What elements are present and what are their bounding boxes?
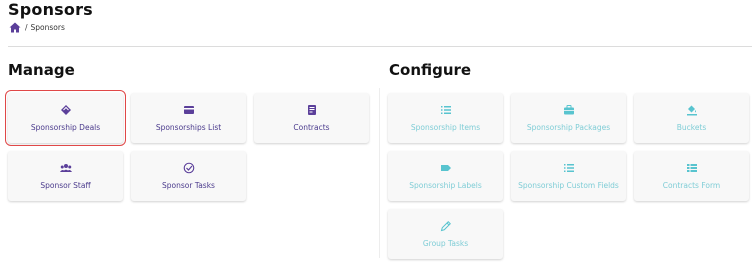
card-label: Sponsorships List — [155, 123, 222, 132]
card-icon — [183, 106, 194, 114]
card-label: Sponsorship Items — [410, 123, 481, 132]
briefcase-icon — [563, 105, 574, 115]
card-label: Sponsor Staff — [40, 181, 91, 190]
card-label: Buckets — [676, 123, 707, 132]
card-label: Sponsorship Packages — [526, 123, 611, 132]
page-title: Sponsors — [8, 0, 93, 19]
header-divider — [8, 46, 752, 47]
card-label: Sponsorship Custom Fields — [518, 181, 619, 190]
group-tasks-card[interactable]: Group Tasks — [388, 209, 503, 259]
sponsorships-list-card[interactable]: Sponsorships List — [131, 93, 246, 143]
users-icon — [59, 164, 72, 172]
sponsorship-deals-card[interactable]: Sponsorship Deals — [5, 90, 126, 146]
contracts-form-card[interactable]: Contracts Form — [634, 151, 749, 201]
list-icon — [563, 164, 574, 172]
card-label: Group Tasks — [422, 239, 469, 248]
configure-section-title: Configure — [389, 61, 472, 79]
section-divider — [379, 88, 380, 258]
tag-icon — [440, 165, 451, 171]
contract-icon — [307, 105, 316, 115]
sponsor-tasks-card[interactable]: Sponsor Tasks — [131, 151, 246, 201]
sponsorship-labels-card[interactable]: Sponsorship Labels — [388, 151, 503, 201]
card-label: Contracts Form — [662, 181, 721, 190]
breadcrumb-current: Sponsors — [30, 23, 65, 32]
card-label: Sponsor Tasks — [162, 181, 215, 190]
card-label: Contracts — [293, 123, 330, 132]
check-circle-icon — [183, 162, 194, 174]
breadcrumb: / Sponsors — [9, 22, 65, 33]
sponsorship-packages-card[interactable]: Sponsorship Packages — [511, 93, 626, 143]
home-icon[interactable] — [9, 22, 21, 33]
buckets-card[interactable]: Buckets — [634, 93, 749, 143]
sponsorship-custom-fields-card[interactable]: Sponsorship Custom Fields — [511, 151, 626, 201]
card-label: Sponsorship Labels — [409, 181, 482, 190]
sponsorship-items-card[interactable]: Sponsorship Items — [388, 93, 503, 143]
diamond-icon — [60, 105, 71, 115]
sponsor-staff-card[interactable]: Sponsor Staff — [8, 151, 123, 201]
contracts-card[interactable]: Contracts — [254, 93, 369, 143]
list-icon — [440, 106, 451, 114]
breadcrumb-separator: / — [25, 23, 28, 32]
pencil-icon — [440, 221, 451, 232]
paint-bucket-icon — [686, 105, 697, 116]
card-label: Sponsorship Deals — [30, 123, 101, 132]
table-icon — [686, 164, 697, 172]
manage-section-title: Manage — [8, 61, 75, 79]
